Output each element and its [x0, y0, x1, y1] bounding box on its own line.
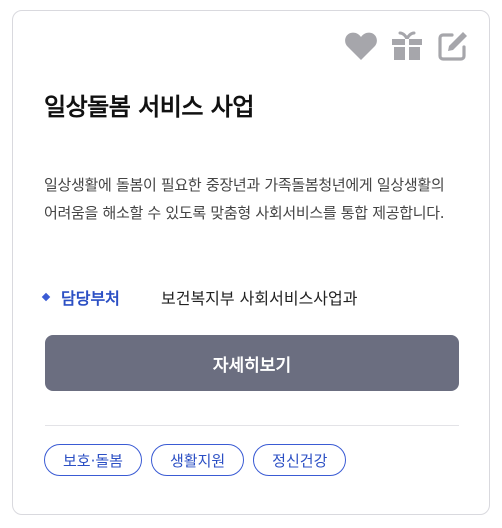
detail-button[interactable]: 자세히보기 [45, 335, 459, 391]
gift-button[interactable] [389, 29, 425, 63]
diamond-bullet-icon [41, 292, 51, 302]
gift-icon [392, 31, 422, 60]
service-card: 일상돌봄 서비스 사업 일상생활에 돌봄이 필요한 중장년과 가족돌봄청년에게 … [12, 10, 490, 515]
tag-care[interactable]: 보호·돌봄 [44, 444, 142, 476]
tag-mental-health[interactable]: 정신건강 [253, 444, 347, 476]
department-label: 담당부처 [61, 289, 120, 308]
heart-icon [345, 32, 377, 60]
department-row: 담당부처 보건복지부 사회서비스사업과 [41, 285, 358, 309]
department-value: 보건복지부 사회서비스사업과 [161, 289, 358, 308]
card-description: 일상생활에 돌봄이 필요한 중장년과 가족돌봄청년에게 일상생활의 어려움을 해… [44, 176, 445, 222]
edit-button[interactable] [435, 29, 471, 63]
card-title: 일상돌봄 서비스 사업 [44, 93, 254, 121]
favorite-button[interactable] [343, 29, 379, 63]
edit-icon [438, 32, 467, 61]
card-actions [343, 29, 471, 63]
tag-living-support[interactable]: 생활지원 [150, 444, 245, 476]
divider [45, 425, 459, 426]
tag-list: 보호·돌봄 생활지원 정신건강 [44, 444, 347, 476]
